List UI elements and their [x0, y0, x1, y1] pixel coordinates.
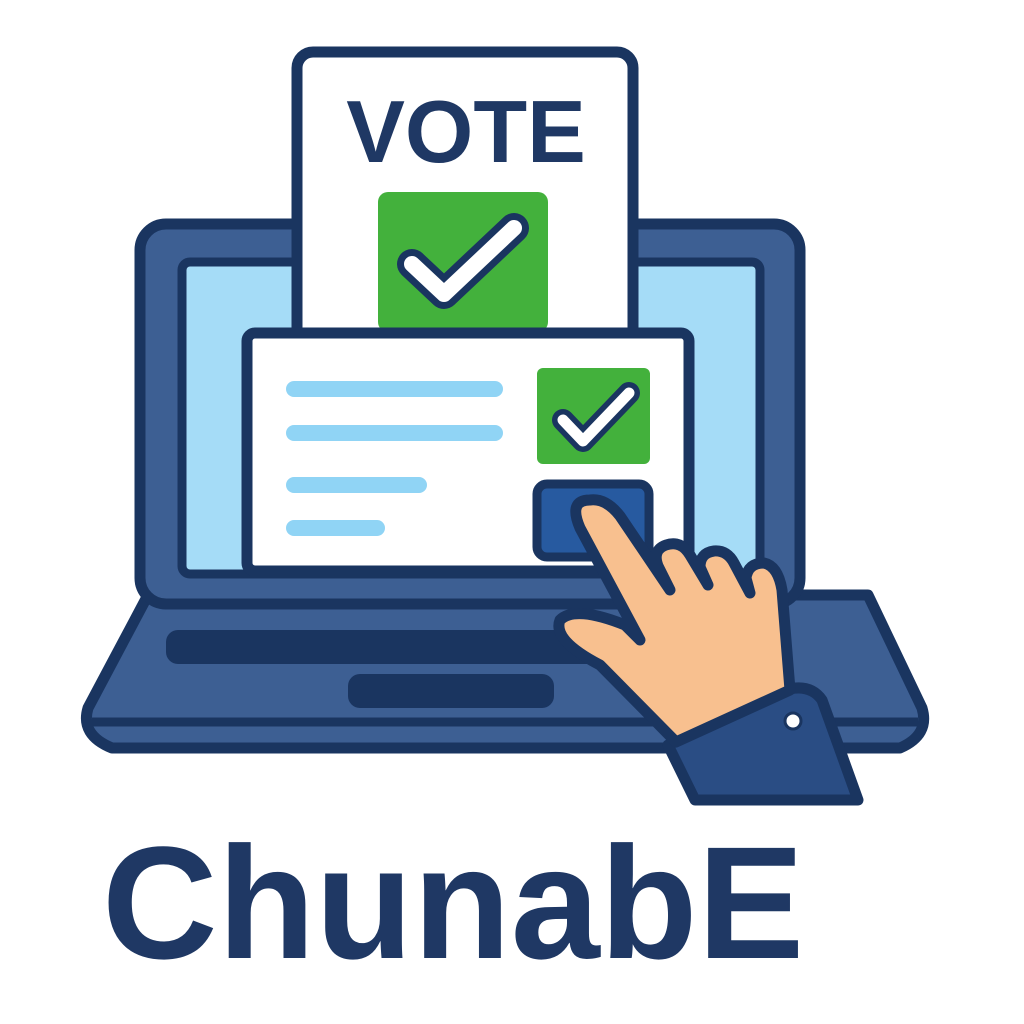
brand-name: ChunabE	[102, 813, 804, 992]
form-line	[286, 425, 503, 441]
cufflink	[783, 711, 803, 731]
voting-illustration: VOTE ChunabE	[81, 46, 930, 992]
trackpad	[348, 674, 554, 708]
ballot-title: VOTE	[346, 82, 586, 181]
form-line	[286, 381, 503, 397]
form-line	[286, 520, 385, 536]
form-line	[286, 477, 427, 493]
